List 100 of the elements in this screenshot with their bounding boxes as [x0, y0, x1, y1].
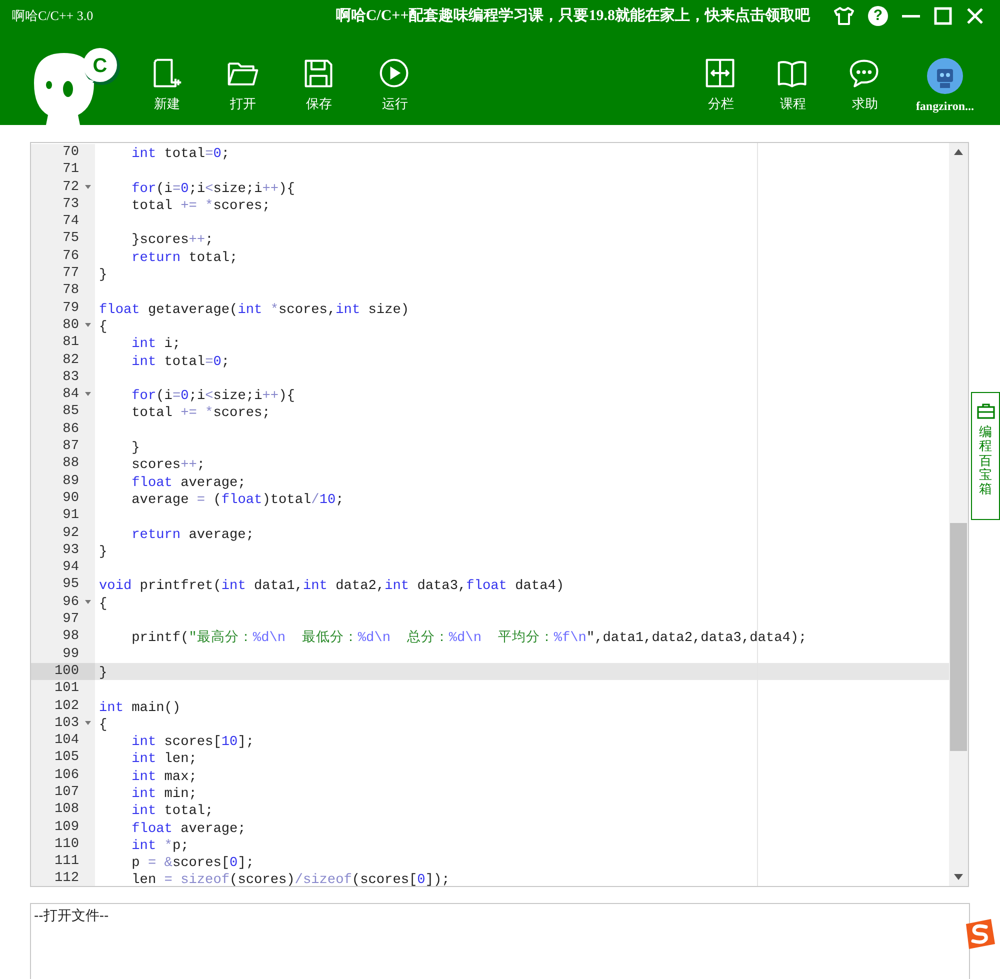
line-number: 83	[62, 368, 79, 386]
line-number: 108	[54, 801, 79, 819]
line-number: 104	[54, 732, 79, 750]
line-number: 111	[54, 853, 79, 870]
code-line: }scores++;	[130, 233, 214, 248]
close-icon[interactable]	[966, 7, 984, 25]
line-number: 77	[62, 265, 79, 282]
code-line: for(i=0;i<size;i++){	[130, 389, 295, 404]
toolbar-button[interactable]: 运行	[368, 58, 422, 114]
chat-bubble-icon	[849, 58, 881, 90]
code-line: float average;	[130, 822, 246, 837]
code-line: return total;	[130, 250, 238, 266]
code-line: scores++;	[130, 458, 206, 474]
line-number: 92	[62, 524, 79, 542]
code-line: printf("最高分：%d\n 最低分：%d\n 总分：%d\n 平均分：%f\n",data1,data2,data3,data4);	[130, 631, 807, 646]
line-number: 103	[54, 714, 79, 732]
toolbar-button[interactable]: 求助	[838, 58, 892, 114]
code-line: float getaverage(int *scores,int size)	[99, 302, 410, 318]
line-number: 82	[62, 352, 79, 369]
code-line: }	[99, 268, 108, 284]
toolbar-button[interactable]: 保存	[292, 58, 346, 114]
line-number: 71	[62, 161, 79, 179]
toolbox-icon	[976, 403, 994, 419]
scrollbar-thumb[interactable]	[950, 523, 967, 751]
code-line: {	[99, 320, 108, 335]
line-number: 105	[54, 749, 79, 767]
line-number: 89	[62, 472, 79, 490]
code-line: }	[130, 441, 140, 456]
scroll-up-arrow-icon[interactable]	[954, 149, 963, 155]
window-title: 啊哈C/C++ 3.0	[12, 7, 94, 26]
line-number: 84	[62, 386, 79, 404]
line-number: 112	[54, 870, 79, 886]
user-account-button[interactable]: fangziron...	[910, 58, 980, 115]
scroll-down-arrow-icon[interactable]	[954, 874, 963, 880]
book-icon	[777, 58, 809, 90]
line-number: 88	[62, 455, 79, 473]
code-line: }	[99, 544, 108, 560]
line-number: 91	[62, 507, 79, 525]
code-line: int *p;	[130, 838, 189, 854]
fold-arrow-icon[interactable]	[85, 184, 91, 189]
line-number: 76	[62, 248, 79, 266]
line-number: 94	[62, 559, 79, 576]
code-line: int total;	[130, 804, 214, 820]
code-line: int min;	[130, 786, 197, 802]
logo-letter: C	[92, 55, 108, 77]
line-number: 90	[62, 490, 79, 508]
line-number: 70	[62, 144, 79, 162]
code-line: average = (float)total/10;	[130, 492, 344, 508]
code-line: {	[99, 596, 108, 612]
line-number: 102	[54, 698, 79, 715]
line-number: 96	[62, 594, 79, 612]
line-number: 101	[54, 680, 79, 698]
line-number: 107	[54, 784, 79, 802]
line-number: 87	[62, 438, 79, 456]
toolbar-button[interactable]: 课程	[766, 58, 820, 114]
side-tab[interactable]: 编程百宝箱	[971, 392, 1000, 520]
fold-arrow-icon[interactable]	[85, 600, 91, 604]
help-button[interactable]: ?	[868, 6, 888, 26]
line-number: 73	[62, 196, 79, 214]
fold-arrow-icon[interactable]	[85, 392, 91, 396]
line-number: 85	[62, 403, 79, 421]
line-number: 110	[54, 836, 79, 854]
toolbar-button[interactable]: 打开	[216, 58, 270, 114]
line-number: 81	[62, 334, 79, 352]
code-line: void printfret(int data1,int data2,int data3,float data4)	[99, 579, 564, 594]
code-line: int max;	[130, 770, 197, 785]
code-line: total += *scores;	[130, 406, 270, 422]
promo-link[interactable]: 啊哈C/C++配套趣味编程学习课，只要19.8就能在家上，快来点击领取吧	[336, 4, 810, 28]
line-number: 72	[62, 178, 79, 196]
robot-avatar-icon	[927, 58, 963, 94]
output-text: --打开文件--	[33, 906, 110, 925]
input-method-icon[interactable]	[963, 918, 997, 950]
code-line: {	[99, 718, 108, 733]
line-number: 99	[62, 646, 79, 663]
line-number: 78	[62, 282, 79, 300]
toolbar-button[interactable]: 分栏	[694, 58, 748, 114]
line-number: 97	[62, 611, 79, 628]
line-number: 86	[62, 420, 79, 438]
code-line: return average;	[130, 528, 254, 543]
play-icon	[379, 58, 411, 90]
fold-arrow-icon[interactable]	[85, 322, 91, 327]
code-line: float average;	[130, 476, 246, 491]
toolbar-button[interactable]: 新建	[140, 58, 194, 114]
line-number: 98	[62, 628, 79, 646]
maximize-icon[interactable]	[934, 7, 952, 25]
line-number: 109	[54, 818, 79, 836]
split-view-icon	[705, 58, 737, 90]
save-icon	[303, 58, 335, 90]
side-tab-label: 编程百宝箱	[979, 425, 992, 496]
code-line: total += *scores;	[130, 198, 270, 214]
line-number: 79	[62, 300, 79, 317]
line-number: 80	[62, 316, 79, 334]
line-number: 95	[62, 576, 79, 594]
shirt-icon[interactable]	[834, 6, 854, 26]
code-line: p = &scores[0];	[130, 856, 254, 872]
code-line: int total=0;	[130, 147, 230, 162]
fold-arrow-icon[interactable]	[85, 720, 91, 725]
line-number: 106	[54, 766, 79, 784]
code-line: int len;	[130, 752, 197, 768]
line-number: 93	[62, 542, 79, 560]
